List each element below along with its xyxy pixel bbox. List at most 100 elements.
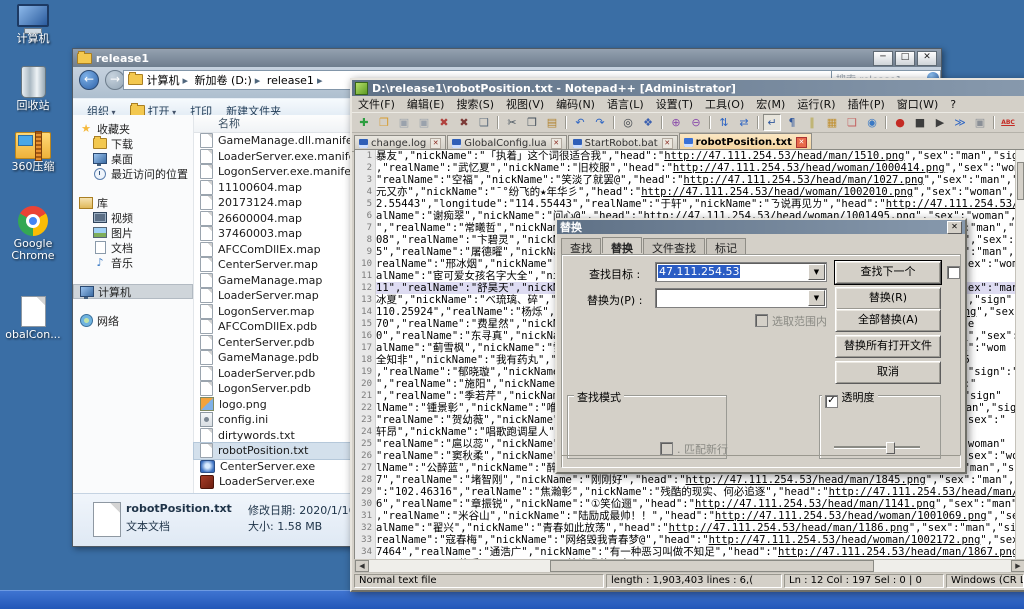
dialog-tab-文件查找[interactable]: 文件查找 bbox=[643, 238, 705, 254]
taskbar[interactable] bbox=[0, 590, 1024, 609]
menu-item-视图(V)[interactable]: 视图(V) bbox=[500, 96, 550, 112]
paste-icon[interactable]: ▤ bbox=[543, 114, 561, 131]
copy-icon[interactable]: ❒ bbox=[523, 114, 541, 131]
column-header-name[interactable]: 名称 bbox=[194, 115, 365, 133]
menu-item-语言(L)[interactable]: 语言(L) bbox=[601, 96, 650, 112]
word-wrap-icon[interactable]: ↵ bbox=[763, 114, 781, 131]
menu-item-设置(T)[interactable]: 设置(T) bbox=[650, 96, 699, 112]
desktop-icon-text-file[interactable]: obalCon... bbox=[2, 296, 64, 341]
minimize-icon[interactable]: ─ bbox=[873, 51, 893, 66]
scrollbar-thumb[interactable] bbox=[550, 560, 874, 572]
sidebar-item-视频[interactable]: 视频 bbox=[73, 210, 193, 225]
indent-guide-icon[interactable]: ∥ bbox=[803, 114, 821, 131]
play-macro-icon[interactable]: ▶ bbox=[931, 114, 949, 131]
menu-item-编辑(E)[interactable]: 编辑(E) bbox=[401, 96, 451, 112]
chevron-right-icon[interactable]: ▸ bbox=[252, 74, 264, 87]
close-icon[interactable]: ✕ bbox=[917, 51, 937, 66]
sidebar-item-收藏夹[interactable]: ★收藏夹 bbox=[73, 121, 193, 136]
folder-as-workspace-icon[interactable]: ❏ bbox=[843, 114, 861, 131]
editor-vertical-scrollbar[interactable] bbox=[1015, 150, 1024, 559]
close-icon[interactable]: ✕ bbox=[947, 221, 962, 234]
sidebar-item-文档[interactable]: 文档 bbox=[73, 240, 193, 255]
redo-icon[interactable]: ↷ bbox=[591, 114, 609, 131]
replace-with-input[interactable]: 4 226 ▼ bbox=[655, 288, 827, 308]
save-macro-icon[interactable]: ▣ bbox=[971, 114, 989, 131]
sidebar-item-音乐[interactable]: ♪音乐 bbox=[73, 255, 193, 270]
dialog-tab-标记[interactable]: 标记 bbox=[706, 238, 746, 254]
chevron-down-icon[interactable]: ▼ bbox=[808, 290, 825, 306]
close-all-icon[interactable]: ✖ bbox=[455, 114, 473, 131]
sidebar-item-下载[interactable]: 下载 bbox=[73, 136, 193, 151]
scroll-left-icon[interactable]: ◀ bbox=[355, 560, 369, 572]
find-next-button[interactable]: 查找下一个 bbox=[835, 261, 941, 284]
dialog-tab-替换[interactable]: 替换 bbox=[602, 237, 642, 253]
dialog-titlebar[interactable]: 替换 ✕ bbox=[557, 220, 965, 234]
new-file-icon[interactable]: ✚ bbox=[355, 114, 373, 131]
scroll-right-icon[interactable]: ▶ bbox=[1011, 560, 1024, 572]
menu-item-编码(N)[interactable]: 编码(N) bbox=[550, 96, 601, 112]
explorer-titlebar[interactable]: release1 ─ □ ✕ bbox=[73, 49, 941, 67]
sidebar-item-库[interactable]: 库 bbox=[73, 195, 193, 210]
menu-item-搜索(S)[interactable]: 搜索(S) bbox=[450, 96, 500, 112]
close-tab-icon[interactable]: ✕ bbox=[551, 138, 562, 149]
document-map-icon[interactable]: ▦ bbox=[823, 114, 841, 131]
forward-button[interactable]: → bbox=[105, 70, 125, 90]
desktop-icon-chrome[interactable]: Google Chrome bbox=[2, 206, 64, 262]
undo-icon[interactable]: ↶ bbox=[571, 114, 589, 131]
in-selection-checkbox[interactable]: 选取范围内 bbox=[755, 313, 827, 329]
close-tab-icon[interactable]: ✕ bbox=[796, 137, 807, 148]
desktop-icon-computer[interactable]: 计算机 bbox=[2, 4, 64, 45]
chevron-down-icon[interactable]: ▼ bbox=[808, 264, 825, 280]
desktop-icon-zip-archive[interactable]: 360压缩 bbox=[2, 132, 64, 173]
replace-icon[interactable]: ❖ bbox=[639, 114, 657, 131]
sidebar-item-桌面[interactable]: 桌面 bbox=[73, 151, 193, 166]
breadcrumb-segment[interactable]: 新加卷 (D:) bbox=[191, 74, 252, 87]
transparency-checkbox[interactable]: ✓ 透明度 bbox=[822, 389, 878, 408]
breadcrumb-segment[interactable]: release1 bbox=[263, 74, 314, 87]
record-macro-icon[interactable]: ● bbox=[891, 114, 909, 131]
sync-vertical-icon[interactable]: ⇅ bbox=[715, 114, 733, 131]
sync-horizontal-icon[interactable]: ⇄ bbox=[735, 114, 753, 131]
zoom-in-icon[interactable]: ⊕ bbox=[667, 114, 685, 131]
save-all-icon[interactable]: ▣ bbox=[415, 114, 433, 131]
show-all-characters-icon[interactable]: ¶ bbox=[783, 114, 801, 131]
dialog-tab-查找[interactable]: 查找 bbox=[561, 238, 601, 254]
zoom-out-icon[interactable]: ⊖ bbox=[687, 114, 705, 131]
notepad-titlebar[interactable]: D:\release1\robotPosition.txt - Notepad+… bbox=[352, 80, 1024, 96]
breadcrumb-segment[interactable]: 计算机 bbox=[143, 74, 180, 87]
close-tab-icon[interactable]: ✕ bbox=[662, 138, 673, 149]
menu-item-文件(F)[interactable]: 文件(F) bbox=[352, 96, 401, 112]
chevron-right-icon[interactable]: ▸ bbox=[180, 74, 192, 87]
file-monitor-icon[interactable]: ◉ bbox=[863, 114, 881, 131]
replace-all-button[interactable]: 全部替换(A) bbox=[835, 309, 941, 332]
close-tab-icon[interactable]: ✕ bbox=[430, 138, 441, 149]
sidebar-item-计算机[interactable]: 计算机 bbox=[73, 284, 193, 299]
menu-item-插件(P)[interactable]: 插件(P) bbox=[842, 96, 891, 112]
save-icon[interactable]: ▣ bbox=[395, 114, 413, 131]
cancel-button[interactable]: 取消 bbox=[835, 361, 941, 384]
desktop-icon-recycle-bin[interactable]: 回收站 bbox=[2, 66, 64, 112]
open-folder-icon[interactable]: ❐ bbox=[375, 114, 393, 131]
stop-macro-icon[interactable]: ■ bbox=[911, 114, 929, 131]
menu-item-运行(R)[interactable]: 运行(R) bbox=[791, 96, 841, 112]
sidebar-item-最近访问的位置[interactable]: 最近访问的位置 bbox=[73, 166, 193, 181]
find-icon[interactable]: ◎ bbox=[619, 114, 637, 131]
close-file-icon[interactable]: ✖ bbox=[435, 114, 453, 131]
editor-horizontal-scrollbar[interactable]: ◀ ▶ bbox=[354, 559, 1024, 573]
chevron-right-icon[interactable]: ▸ bbox=[314, 74, 326, 87]
spell-check-icon[interactable]: ABC bbox=[999, 114, 1017, 131]
menu-item-工具(O)[interactable]: 工具(O) bbox=[699, 96, 750, 112]
menu-item-窗口(W)[interactable]: 窗口(W) bbox=[891, 96, 944, 112]
print-icon[interactable]: ❑ bbox=[475, 114, 493, 131]
replace-button[interactable]: 替换(R) bbox=[835, 287, 941, 310]
sidebar-item-图片[interactable]: 图片 bbox=[73, 225, 193, 240]
run-macro-multiple-icon[interactable]: ≫ bbox=[951, 114, 969, 131]
transparency-slider[interactable] bbox=[834, 446, 920, 449]
menu-item-宏(M)[interactable]: 宏(M) bbox=[750, 96, 791, 112]
back-button[interactable]: ← bbox=[79, 70, 99, 90]
cut-icon[interactable]: ✂ bbox=[503, 114, 521, 131]
find-what-input[interactable]: 47.111.254.53 ▼ bbox=[655, 262, 827, 282]
maximize-icon[interactable]: □ bbox=[895, 51, 915, 66]
menu-item-?[interactable]: ? bbox=[944, 98, 962, 111]
replace-all-open-button[interactable]: 替换所有打开文件 bbox=[835, 335, 941, 358]
